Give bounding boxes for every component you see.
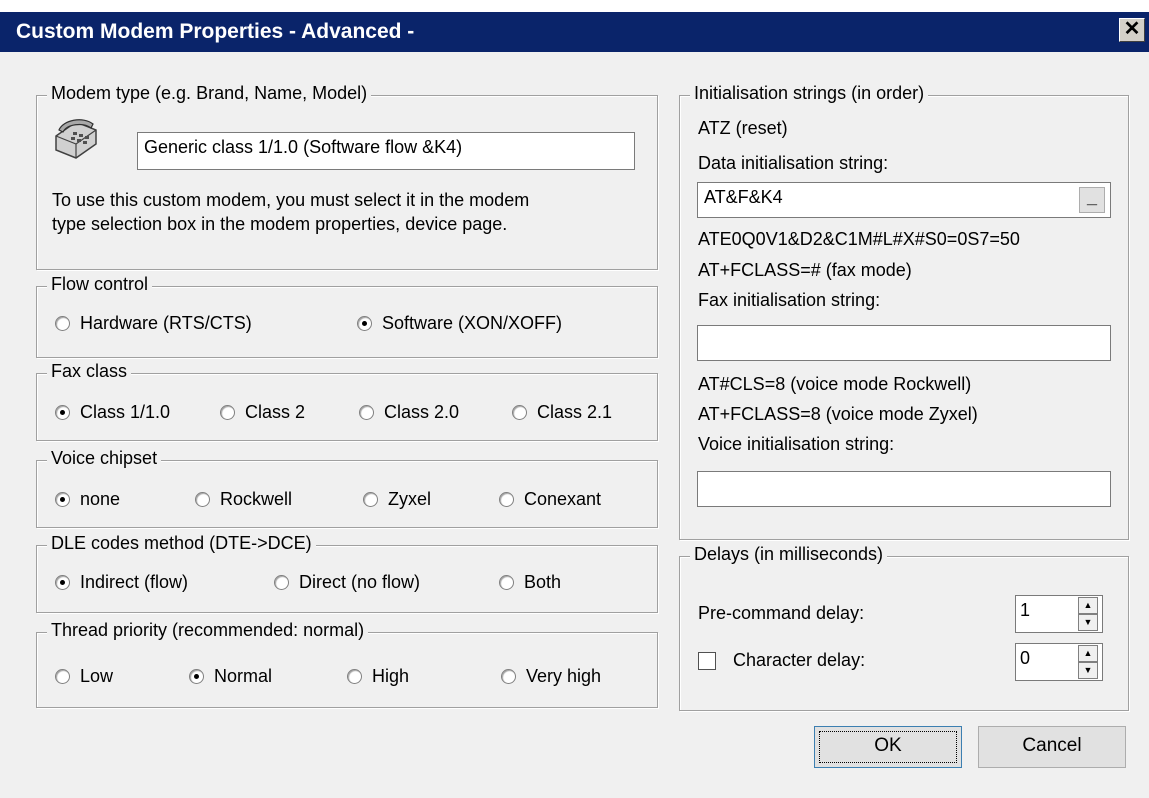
radio-button[interactable] (55, 669, 70, 684)
thread-priority-group: Thread priority (recommended: normal) Lo… (36, 620, 658, 708)
radio-button[interactable] (347, 669, 362, 684)
telephone-icon (55, 119, 97, 159)
radio-button[interactable] (512, 405, 527, 420)
radio-label: Zyxel (388, 489, 432, 509)
window-title: Custom Modem Properties - Advanced - (16, 20, 415, 43)
cancel-button[interactable]: Cancel (978, 726, 1126, 768)
fax-init-input[interactable] (697, 325, 1111, 361)
init-strings-legend: Initialisation strings (in order) (690, 83, 929, 104)
radio-label: High (372, 666, 410, 686)
data-fixed-string: ATE0Q0V1&D2&C1M#L#X#S0=0S7=50 (698, 229, 1020, 249)
fax-mode-text: AT+FCLASS=# (fax mode) (698, 260, 912, 280)
spin-down-icon[interactable]: ▼ (1078, 614, 1098, 631)
modem-type-input[interactable]: Generic class 1/1.0 (Software flow &K4) (137, 132, 635, 170)
radio-button[interactable] (195, 492, 210, 507)
delays-legend: Delays (in milliseconds) (690, 544, 888, 565)
ok-button[interactable]: OK (814, 726, 962, 768)
radio-button[interactable] (363, 492, 378, 507)
radio-label: Class 2 (245, 402, 306, 422)
radio-button[interactable] (357, 316, 372, 331)
voice-chipset-group: Voice chipset none Rockwell Zyxel Conexa… (36, 448, 658, 528)
data-init-input[interactable]: AT&F&K4 (697, 182, 1111, 218)
radio-label: Direct (no flow) (299, 572, 421, 592)
voice-init-label: Voice initialisation string: (698, 434, 895, 454)
dle-codes-legend: DLE codes method (DTE->DCE) (47, 533, 316, 554)
precommand-delay-label: Pre-command delay: (698, 603, 865, 623)
dle-codes-group: DLE codes method (DTE->DCE) Indirect (fl… (36, 533, 658, 613)
modem-type-group: Modem type (e.g. Brand, Name, Model) Gen… (36, 83, 658, 270)
radio-button[interactable] (499, 492, 514, 507)
radio-button[interactable] (55, 575, 70, 590)
spin-up-icon[interactable]: ▲ (1078, 645, 1098, 662)
fax-class-group: Fax class Class 1/1.0 Class 2 Class 2.0 … (36, 361, 658, 441)
close-button[interactable]: ✕ (1119, 18, 1145, 42)
radio-label: Very high (526, 666, 602, 686)
radio-label: Indirect (flow) (80, 572, 189, 592)
delays-group: Delays (in milliseconds) Pre-command del… (679, 544, 1129, 711)
modem-info-line1: To use this custom modem, you must selec… (52, 190, 530, 210)
radio-button[interactable] (55, 492, 70, 507)
radio-button[interactable] (359, 405, 374, 420)
radio-label: none (80, 489, 121, 509)
radio-label: Normal (214, 666, 273, 686)
precommand-delay-spinner[interactable]: ▲ ▼ (1078, 595, 1098, 633)
radio-label: Rockwell (220, 489, 293, 509)
thread-priority-legend: Thread priority (recommended: normal) (47, 620, 369, 641)
voice-chipset-legend: Voice chipset (47, 448, 162, 469)
flow-control-group: Flow control Hardware (RTS/CTS) Software… (36, 274, 658, 358)
voice-rockwell-text: AT#CLS=8 (voice mode Rockwell) (698, 374, 972, 394)
radio-label: Software (XON/XOFF) (382, 313, 563, 333)
fax-init-label: Fax initialisation string: (698, 290, 881, 310)
radio-label: Low (80, 666, 114, 686)
voice-zyxel-text: AT+FCLASS=8 (voice mode Zyxel) (698, 404, 978, 424)
data-init-label: Data initialisation string: (698, 153, 889, 173)
voice-init-input[interactable] (697, 471, 1111, 507)
radio-button[interactable] (501, 669, 516, 684)
radio-button[interactable] (55, 405, 70, 420)
radio-button[interactable] (189, 669, 204, 684)
radio-button[interactable] (499, 575, 514, 590)
title-bar: Custom Modem Properties - Advanced - ✕ (0, 12, 1149, 52)
radio-button[interactable] (220, 405, 235, 420)
spin-down-icon[interactable]: ▼ (1078, 662, 1098, 679)
radio-label: Class 2.0 (384, 402, 460, 422)
radio-button[interactable] (274, 575, 289, 590)
radio-label: Class 2.1 (537, 402, 613, 422)
fax-class-legend: Fax class (47, 361, 132, 382)
character-delay-checkbox[interactable] (698, 652, 716, 670)
flow-control-legend: Flow control (47, 274, 153, 295)
custom-modem-dialog: Custom Modem Properties - Advanced - ✕ M… (0, 12, 1149, 798)
modem-type-legend: Modem type (e.g. Brand, Name, Model) (47, 83, 372, 104)
radio-label: Both (524, 572, 562, 592)
radio-label: Class 1/1.0 (80, 402, 171, 422)
radio-label: Hardware (RTS/CTS) (80, 313, 252, 333)
radio-label: Conexant (524, 489, 602, 509)
spin-up-icon[interactable]: ▲ (1078, 597, 1098, 614)
character-delay-spinner[interactable]: ▲ ▼ (1078, 643, 1098, 681)
modem-info-line2: type selection box in the modem properti… (52, 214, 508, 234)
radio-button[interactable] (55, 316, 70, 331)
character-delay-label: Character delay: (733, 650, 866, 670)
data-init-edit-button[interactable]: _ (1079, 187, 1105, 213)
atz-reset-text: ATZ (reset) (698, 118, 788, 138)
init-strings-group: Initialisation strings (in order) ATZ (r… (679, 83, 1129, 540)
